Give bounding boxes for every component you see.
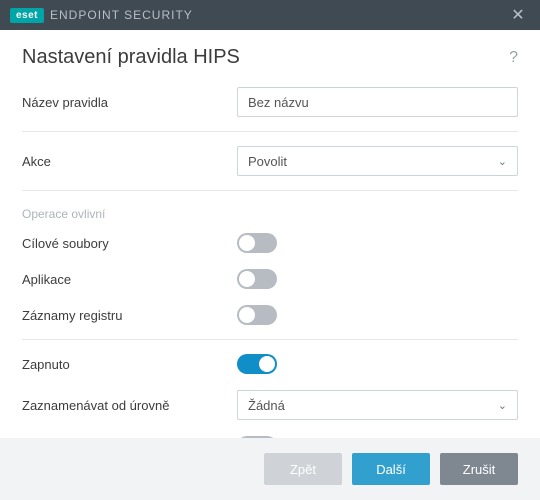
enabled-toggle[interactable] (237, 354, 277, 374)
row-target-files: Cílové soubory (22, 225, 518, 261)
log-level-label: Zaznamenávat od úrovně (22, 398, 237, 413)
applications-toggle[interactable] (237, 269, 277, 289)
chevron-down-icon: ⌄ (498, 155, 507, 168)
next-button[interactable]: Další (352, 453, 430, 485)
page-title: Nastavení pravidla HIPS (22, 46, 509, 69)
help-icon[interactable]: ? (509, 49, 518, 67)
chevron-down-icon: ⌄ (498, 399, 507, 412)
target-files-toggle[interactable] (237, 233, 277, 253)
row-rule-name: Název pravidla (22, 79, 518, 125)
rule-name-label: Název pravidla (22, 95, 237, 110)
target-files-label: Cílové soubory (22, 236, 237, 251)
log-level-value: Žádná (248, 398, 285, 413)
close-icon[interactable]: ✕ (506, 5, 530, 25)
action-select[interactable]: Povolit ⌄ (237, 146, 518, 176)
dialog-header: Nastavení pravidla HIPS ? (0, 30, 540, 79)
footer: Zpět Další Zrušit (0, 438, 540, 500)
row-log-level: Zaznamenávat od úrovně Žádná ⌄ (22, 382, 518, 428)
row-applications: Aplikace (22, 261, 518, 297)
cancel-button[interactable]: Zrušit (440, 453, 518, 485)
enabled-label: Zapnuto (22, 357, 237, 372)
action-value: Povolit (248, 154, 287, 169)
divider (22, 131, 518, 132)
brand-text: ENDPOINT SECURITY (50, 8, 193, 22)
registry-toggle[interactable] (237, 305, 277, 325)
applications-label: Aplikace (22, 272, 237, 287)
content: Název pravidla Akce Povolit ⌄ Operace ov… (0, 79, 540, 471)
row-action: Akce Povolit ⌄ (22, 138, 518, 184)
action-label: Akce (22, 154, 237, 169)
titlebar: eset ENDPOINT SECURITY ✕ (0, 0, 540, 30)
registry-label: Záznamy registru (22, 308, 237, 323)
row-enabled: Zapnuto (22, 346, 518, 382)
brand-badge: eset (10, 8, 44, 23)
operations-section-label: Operace ovlivní (22, 197, 518, 225)
divider (22, 190, 518, 191)
log-level-select[interactable]: Žádná ⌄ (237, 390, 518, 420)
back-button[interactable]: Zpět (264, 453, 342, 485)
rule-name-input[interactable] (237, 87, 518, 117)
row-registry: Záznamy registru (22, 297, 518, 333)
divider (22, 339, 518, 340)
